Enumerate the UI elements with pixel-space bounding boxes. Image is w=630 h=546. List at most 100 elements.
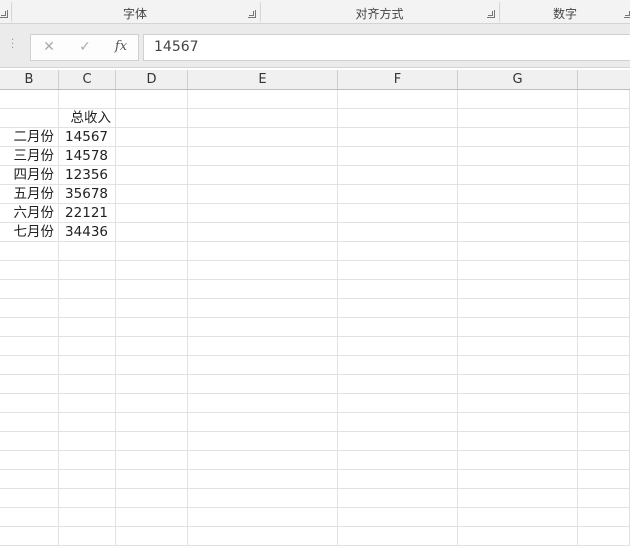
cell-h-r1[interactable] (578, 109, 630, 128)
cell-income-value[interactable]: 35678 (59, 185, 116, 204)
cell-f-r5[interactable] (338, 185, 458, 204)
cell-h-r19[interactable] (578, 451, 630, 470)
cell-e-r12[interactable] (188, 318, 338, 337)
cell-c-r8[interactable] (59, 242, 116, 261)
cell-f-r8[interactable] (338, 242, 458, 261)
cell-income-value[interactable]: 14578 (59, 147, 116, 166)
cell-c-r22[interactable] (59, 508, 116, 527)
cell-e-r9[interactable] (188, 261, 338, 280)
cell-g-r1[interactable] (458, 109, 578, 128)
cell-e-r7[interactable] (188, 223, 338, 242)
cell-h-r12[interactable] (578, 318, 630, 337)
cell-g-r17[interactable] (458, 413, 578, 432)
cell-e-r13[interactable] (188, 337, 338, 356)
column-header-h[interactable] (578, 70, 630, 89)
dialog-launcher-icon[interactable] (0, 10, 8, 18)
cell-d-r21[interactable] (116, 489, 188, 508)
cell-h-r22[interactable] (578, 508, 630, 527)
column-header-c[interactable]: C (59, 70, 116, 89)
column-header-e[interactable]: E (188, 70, 338, 89)
cell-g-r6[interactable] (458, 204, 578, 223)
cell-g-r11[interactable] (458, 299, 578, 318)
cell-b-r13[interactable] (0, 337, 59, 356)
cell-f-r9[interactable] (338, 261, 458, 280)
cell-b-r9[interactable] (0, 261, 59, 280)
insert-function-icon[interactable]: fx (111, 39, 131, 57)
cell-d-r14[interactable] (116, 356, 188, 375)
cell-f-r6[interactable] (338, 204, 458, 223)
cell-e-r14[interactable] (188, 356, 338, 375)
cell-d-r18[interactable] (116, 432, 188, 451)
cell-g-r4[interactable] (458, 166, 578, 185)
cell-h-r5[interactable] (578, 185, 630, 204)
cell-grid[interactable]: 总收入 二月份 14567 三月份 14578 四月份 12356 五月份 35678 六月份 22… (0, 90, 630, 546)
cell-h-r23[interactable] (578, 527, 630, 546)
cell-d-r22[interactable] (116, 508, 188, 527)
cell-e-r0[interactable] (188, 90, 338, 109)
cell-b-r20[interactable] (0, 470, 59, 489)
cell-d-r1[interactable] (116, 109, 188, 128)
cell-d-r12[interactable] (116, 318, 188, 337)
cell-h-r8[interactable] (578, 242, 630, 261)
cell-e-r6[interactable] (188, 204, 338, 223)
cell-d-r7[interactable] (116, 223, 188, 242)
cell-b-r10[interactable] (0, 280, 59, 299)
cell-h-r7[interactable] (578, 223, 630, 242)
cell-month-label[interactable]: 二月份 (0, 128, 59, 147)
cell-f-r3[interactable] (338, 147, 458, 166)
cell-d-r0[interactable] (116, 90, 188, 109)
cell-b-r15[interactable] (0, 375, 59, 394)
cell-c-r16[interactable] (59, 394, 116, 413)
cell-g-r5[interactable] (458, 185, 578, 204)
cell-h-r15[interactable] (578, 375, 630, 394)
cell-h-r2[interactable] (578, 128, 630, 147)
cell-d-r3[interactable] (116, 147, 188, 166)
cell-month-label[interactable]: 五月份 (0, 185, 59, 204)
cell-c-r20[interactable] (59, 470, 116, 489)
cell-f-r20[interactable] (338, 470, 458, 489)
cell-b-r21[interactable] (0, 489, 59, 508)
cell-e-r20[interactable] (188, 470, 338, 489)
column-header-f[interactable]: F (338, 70, 458, 89)
cell-f-r16[interactable] (338, 394, 458, 413)
cell-b-r18[interactable] (0, 432, 59, 451)
formula-input[interactable]: 14567 (143, 34, 630, 61)
cell-g-r21[interactable] (458, 489, 578, 508)
number-dialog-launcher-icon[interactable] (624, 10, 630, 18)
cell-month-label[interactable]: 三月份 (0, 147, 59, 166)
cell-g-r23[interactable] (458, 527, 578, 546)
cell-d-r13[interactable] (116, 337, 188, 356)
cell-d-r5[interactable] (116, 185, 188, 204)
cell-e-r17[interactable] (188, 413, 338, 432)
cell-d-r15[interactable] (116, 375, 188, 394)
cell-g-r3[interactable] (458, 147, 578, 166)
cell-e-r19[interactable] (188, 451, 338, 470)
cell-g-r2[interactable] (458, 128, 578, 147)
cell-income-value[interactable]: 34436 (59, 223, 116, 242)
column-header-d[interactable]: D (116, 70, 188, 89)
cell-h-r4[interactable] (578, 166, 630, 185)
cell-f-r0[interactable] (338, 90, 458, 109)
cell-d-r19[interactable] (116, 451, 188, 470)
column-header-b[interactable]: B (0, 70, 59, 89)
cell-f-r17[interactable] (338, 413, 458, 432)
cell-month-label[interactable]: 四月份 (0, 166, 59, 185)
cell-h-r3[interactable] (578, 147, 630, 166)
cell-income-value[interactable]: 22121 (59, 204, 116, 223)
font-dialog-launcher-icon[interactable] (248, 10, 256, 18)
cell-h-r10[interactable] (578, 280, 630, 299)
cell-c-r9[interactable] (59, 261, 116, 280)
cell-g-r19[interactable] (458, 451, 578, 470)
cell-h-r20[interactable] (578, 470, 630, 489)
cell-e-r1[interactable] (188, 109, 338, 128)
cell-d-r11[interactable] (116, 299, 188, 318)
cell-e-r11[interactable] (188, 299, 338, 318)
cell-e-r10[interactable] (188, 280, 338, 299)
cell-b-r19[interactable] (0, 451, 59, 470)
cell-c-r10[interactable] (59, 280, 116, 299)
cell-income-value[interactable]: 14567 (59, 128, 116, 147)
cell-b-r0[interactable] (0, 90, 59, 109)
cell-month-label[interactable]: 七月份 (0, 223, 59, 242)
cell-b-r17[interactable] (0, 413, 59, 432)
cell-h-r18[interactable] (578, 432, 630, 451)
